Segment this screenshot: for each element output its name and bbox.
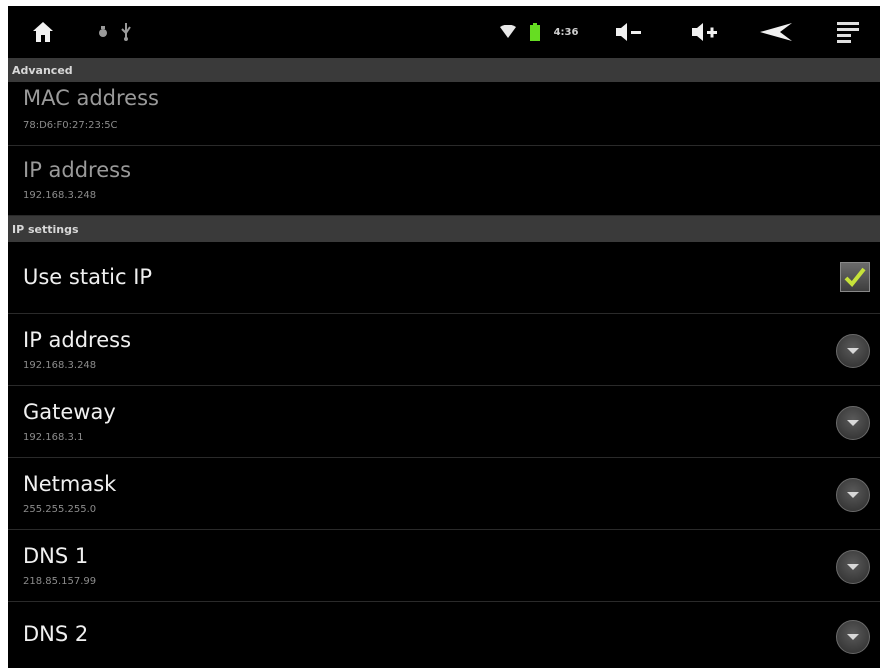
- edit-ip-address-button[interactable]: [836, 334, 870, 368]
- row-title: DNS 1: [23, 544, 89, 568]
- status-bar: 4:36: [8, 6, 880, 58]
- section-header-ip-settings: IP settings: [8, 216, 880, 242]
- list-item-ip-address[interactable]: IP address 192.168.3.248: [8, 314, 880, 386]
- usb-icon: [118, 6, 134, 58]
- list-item-use-static-ip[interactable]: Use static IP: [8, 242, 880, 314]
- settings-screen: 4:36 Advanced MAC address 78:D6:F0:27:23…: [8, 6, 880, 668]
- volume-up-icon[interactable]: [688, 6, 722, 58]
- row-value: 78:D6:F0:27:23:5C: [23, 120, 118, 131]
- chevron-down-icon: [847, 348, 859, 354]
- edit-gateway-button[interactable]: [836, 406, 870, 440]
- row-title: IP address: [23, 328, 132, 352]
- battery-icon: [529, 6, 541, 58]
- row-title: Use static IP: [23, 265, 153, 289]
- usb-debug-icon: [94, 6, 112, 58]
- row-title: Gateway: [23, 400, 116, 424]
- row-value: 192.168.3.248: [23, 190, 97, 201]
- row-value: 192.168.3.1: [23, 432, 84, 443]
- checkmark-icon: [844, 267, 866, 287]
- back-icon[interactable]: [756, 6, 796, 58]
- row-title: DNS 2: [23, 622, 89, 646]
- section-header-advanced: Advanced: [8, 58, 880, 82]
- menu-icon[interactable]: [834, 6, 862, 58]
- wifi-icon: [499, 6, 517, 58]
- row-value: 218.85.157.99: [23, 576, 97, 587]
- chevron-down-icon: [847, 564, 859, 570]
- row-value: 255.255.255.0: [23, 504, 97, 515]
- list-item-mac-address[interactable]: MAC address 78:D6:F0:27:23:5C: [8, 82, 880, 146]
- list-item-dns1[interactable]: DNS 1 218.85.157.99: [8, 530, 880, 602]
- use-static-ip-checkbox[interactable]: [840, 262, 870, 292]
- chevron-down-icon: [847, 420, 859, 426]
- list-item-advanced-ip-address[interactable]: IP address 192.168.3.248: [8, 146, 880, 216]
- volume-down-icon[interactable]: [612, 6, 646, 58]
- chevron-down-icon: [847, 634, 859, 640]
- home-icon[interactable]: [28, 6, 58, 58]
- row-title: Netmask: [23, 472, 117, 496]
- clock-text: 4:36: [553, 26, 579, 38]
- row-title: MAC address: [23, 86, 159, 110]
- row-value: 192.168.3.248: [23, 360, 97, 371]
- edit-dns2-button[interactable]: [836, 620, 870, 654]
- list-item-gateway[interactable]: Gateway 192.168.3.1: [8, 386, 880, 458]
- list-item-dns2[interactable]: DNS 2: [8, 602, 880, 668]
- chevron-down-icon: [847, 492, 859, 498]
- edit-dns1-button[interactable]: [836, 550, 870, 584]
- list-item-netmask[interactable]: Netmask 255.255.255.0: [8, 458, 880, 530]
- row-title: IP address: [23, 158, 132, 182]
- edit-netmask-button[interactable]: [836, 478, 870, 512]
